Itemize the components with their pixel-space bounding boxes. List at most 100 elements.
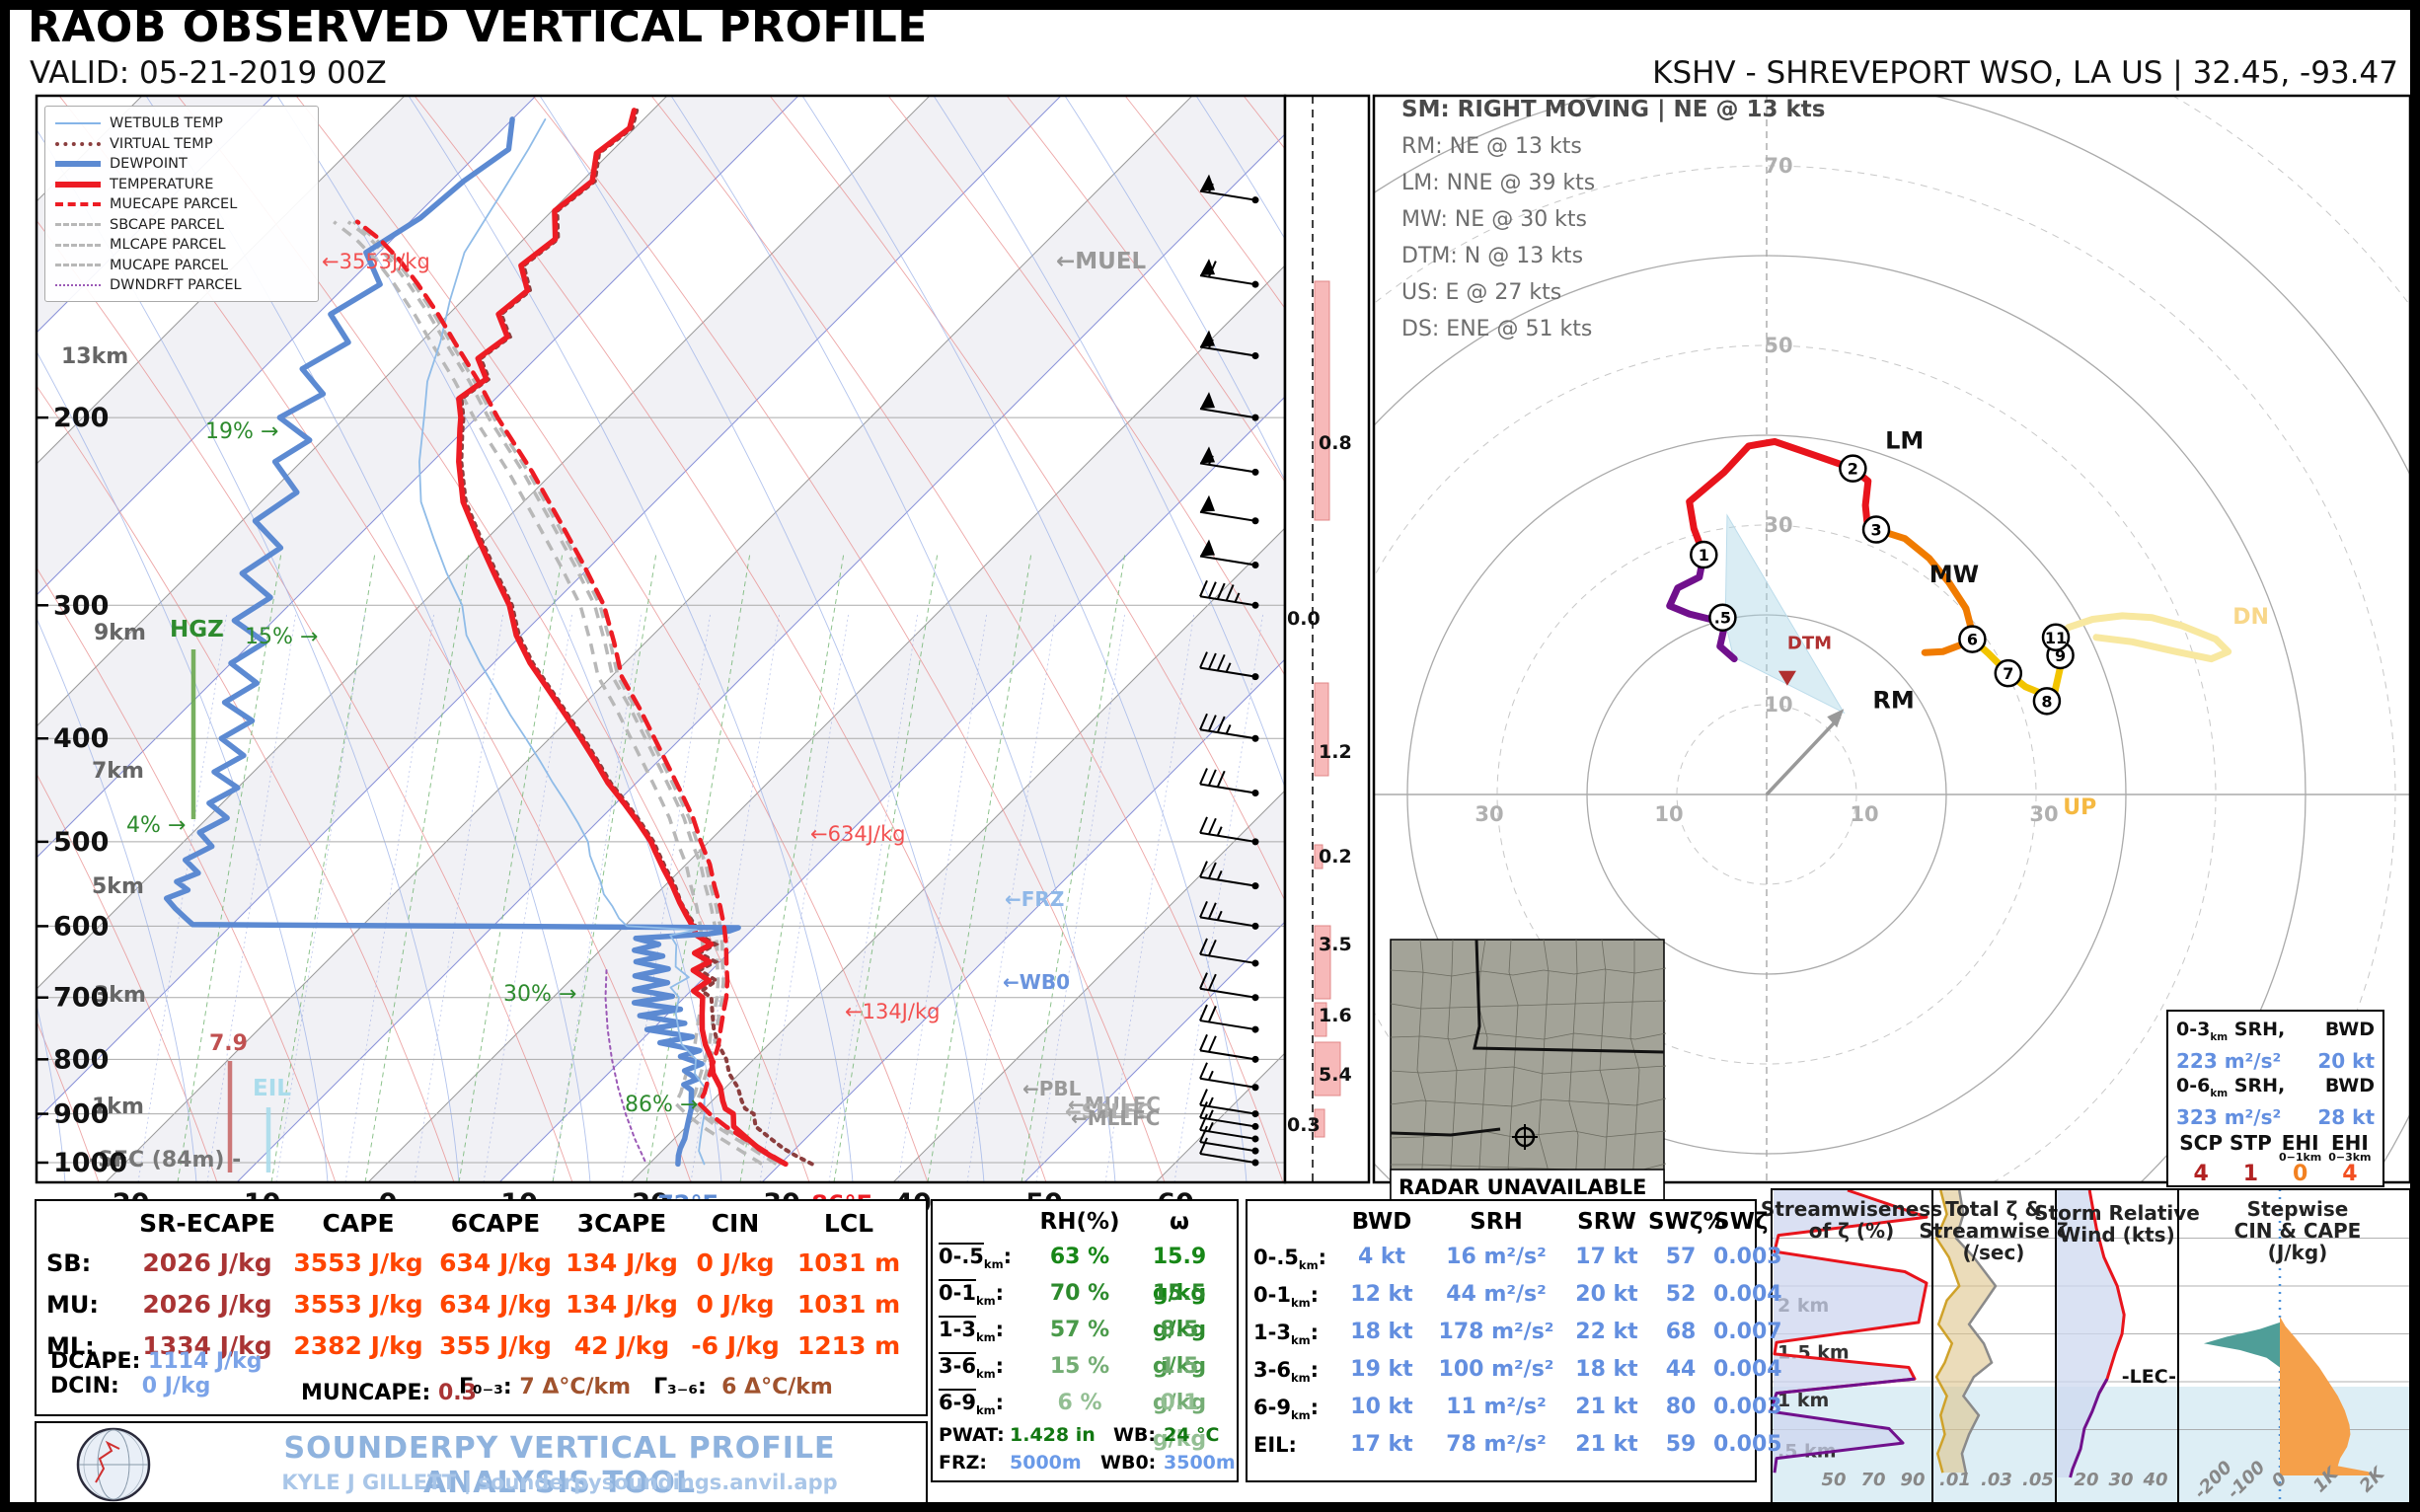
skewt-annotation: 19% → (205, 419, 278, 444)
skewt-annotation: 15% → (245, 625, 318, 649)
shear-value: 78 m²/s² (1446, 1432, 1547, 1457)
skewt-annotation: HGZ (170, 617, 224, 643)
humidity-table: RH(%) ω 0-.5km: 63 % 15.9 g/kg 0-1km: 70 % 15.5… (931, 1199, 1239, 1482)
legend-item: TEMPERATURE (55, 175, 310, 195)
legend-item: DWNDRFT PARCEL (55, 275, 310, 296)
pwat-row: PWAT: 1.428 in WB: 24 °C (939, 1424, 1220, 1446)
shear-value: 0.005 (1713, 1432, 1782, 1457)
thermo-value: 634 J/kg (439, 1248, 552, 1277)
sounderpy-figure: 13km 9km 7km 5km 3km 1km -SFC (84m) - HGZ 19% → 1… (0, 0, 2420, 1512)
mini-panel-tick: 20 (2074, 1470, 2098, 1490)
index-column: STP 1 (2226, 1133, 2275, 1186)
shear-table-row: EIL: 17 kt 78 m²/s² 21 kt 59 0.005 (1253, 1426, 1782, 1464)
skewt-annotation: ←634J/kg (810, 822, 905, 846)
pressure-tick-label: 800 (53, 1044, 109, 1075)
omega-value-label: 0.2 (1319, 846, 1352, 868)
rh-table-row: 6-9km: 6 % 0.1 g/kg (939, 1385, 1231, 1452)
mini-panel-title: (J/kg) (2268, 1241, 2328, 1264)
legend-swatch (55, 264, 101, 267)
skewt-annotation: 7.9 (209, 1031, 248, 1056)
legend-item: MUCAPE PARCEL (55, 256, 310, 276)
mini-panel-tick: 50 (1821, 1470, 1846, 1490)
radar-inset: RADAR UNAVAILABLE (1390, 939, 1667, 1204)
legend-swatch (55, 223, 101, 227)
legend-swatch (55, 161, 101, 168)
pressure-tick-label: 600 (53, 911, 109, 942)
hodo-label-up: UP (2063, 795, 2096, 820)
pressure-tick-label: 300 (53, 590, 109, 621)
omega-value-label: 0.8 (1319, 432, 1352, 454)
page-title: RAOB OBSERVED VERTICAL PROFILE (28, 2, 928, 52)
hodo-height-marker-label: 6 (1967, 631, 1978, 649)
thermo-value: 0 J/kg (696, 1290, 775, 1319)
shear-table-row: 0-1km: 12 kt 44 m²/s² 20 kt 52 0.004 (1253, 1276, 1782, 1314)
thermo-value: 355 J/kg (439, 1331, 552, 1360)
thermo-column-header: 6CAPE (450, 1209, 541, 1238)
legend-swatch (55, 141, 101, 146)
mini-panel-tick: 40 (2142, 1470, 2167, 1490)
legend-item: MUECAPE PARCEL (55, 194, 310, 215)
thermo-column-header: LCL (823, 1209, 874, 1238)
skewt-annotation: 30% → (503, 982, 576, 1007)
legend-item-label: MLCAPE PARCEL (110, 237, 226, 254)
hodo-label-lm: LM (1885, 427, 1924, 455)
thermo-row-label: SB: (46, 1249, 92, 1277)
thermo-column-header: CIN (711, 1209, 760, 1238)
omega-value-label: 1.2 (1319, 741, 1352, 763)
mini-panel-tick: 30 (2108, 1470, 2133, 1490)
altitude-label: 13km (61, 344, 128, 369)
skewt-annotation: 4% → (126, 813, 186, 838)
thermo-column-header: SR-ECAPE (139, 1209, 275, 1238)
legend-item-label: DWNDRFT PARCEL (110, 277, 242, 294)
shear-value: 59 (1665, 1432, 1697, 1457)
rh-table-header: RH(%) ω (939, 1205, 1231, 1239)
thermo-column-header: CAPE (322, 1209, 395, 1238)
mini-panel-title: Stepwise (2247, 1197, 2349, 1221)
srh-bwd-label: BWD (2324, 1019, 2375, 1040)
hodo-height-marker-label: 11 (2045, 629, 2067, 647)
bwd-value: 20 kt (2317, 1048, 2375, 1073)
legend-item: WETBULB TEMP (55, 113, 310, 134)
shear-row-label: EIL: (1253, 1433, 1297, 1457)
index-value: 4 (2342, 1161, 2358, 1186)
srh-value-row: 223 m²/s² 20 kt (2176, 1049, 2375, 1074)
index-name: EHI (2281, 1130, 2319, 1155)
hodo-label-dtm: DTM (1787, 634, 1832, 654)
omega-value-label: 1.6 (1319, 1005, 1352, 1026)
mini-panel-title: Total ζ & (1945, 1197, 2042, 1221)
rh-table-row: 0-1km: 70 % 15.5 g/kg (939, 1275, 1231, 1342)
index-value: 1 (2242, 1161, 2259, 1186)
muncape-value: MUNCAPE: 0.3 (301, 1381, 477, 1405)
legend-item: SBCAPE PARCEL (55, 215, 310, 236)
thermo-value: 2382 J/kg (293, 1331, 423, 1360)
skewt-annotation: ←MUEL (1056, 249, 1147, 274)
legend-item-label: MUCAPE PARCEL (110, 257, 229, 273)
index-value: 0 (2292, 1161, 2308, 1186)
mini-panel-title: CIN & CAPE (2234, 1219, 2362, 1243)
rh-column-header: RH(%) (1039, 1209, 1120, 1235)
shear-table-row: 0-.5km: 4 kt 16 m²/s² 17 kt 57 0.003 (1253, 1239, 1782, 1276)
skewt-annotation: ←WB0 (1003, 970, 1070, 994)
mini-panel-title: of ζ (%) (1809, 1219, 1895, 1243)
hodo-label-rm: RM (1872, 687, 1914, 715)
omega-value-label: 3.5 (1319, 934, 1352, 955)
legend-item: MLCAPE PARCEL (55, 235, 310, 256)
station-info: KSHV - SHREVEPORT WSO, LA US | 32.45, -9… (1652, 55, 2398, 91)
legend-swatch (55, 243, 101, 247)
thermo-grid: SR-ECAPE CAPE 6CAPE 3CAPE CIN LCL SB: 2026 J/kg… (37, 1201, 926, 1367)
dcape-block: DCAPE: 1114 J/kg DCIN: 0 J/kg (50, 1349, 263, 1399)
isotherm-line (0, 96, 11, 1182)
thermo-value: 3553 J/kg (293, 1290, 423, 1319)
thermo-value: 1031 m (796, 1290, 901, 1319)
altitude-label: 9km (94, 621, 146, 645)
shear-table-row: 1-3km: 18 kt 178 m²/s² 22 kt 68 0.007 (1253, 1314, 1782, 1351)
thermo-value: 42 J/kg (573, 1331, 670, 1360)
radar-status-label: RADAR UNAVAILABLE (1399, 1175, 1646, 1199)
index-name: SCP (2179, 1130, 2223, 1155)
legend-item-label: MUECAPE PARCEL (110, 196, 238, 213)
shear-table-row: 6-9km: 10 kt 11 m²/s² 21 kt 80 0.003 (1253, 1389, 1782, 1426)
mini-panel-tick: .01 (1939, 1470, 1971, 1490)
hodo-label-mw: MW (1929, 561, 1979, 588)
